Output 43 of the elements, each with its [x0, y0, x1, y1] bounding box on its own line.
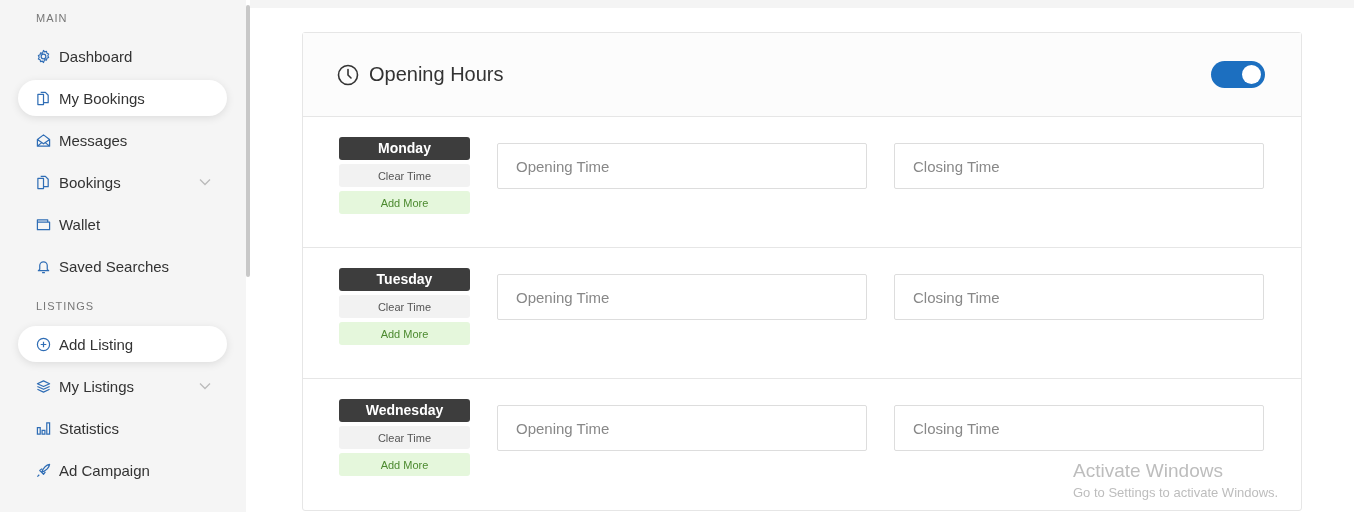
day-label: Wednesday: [339, 399, 470, 422]
closing-time-field[interactable]: Closing Time: [894, 274, 1264, 320]
wallet-icon: [36, 216, 51, 232]
documents-icon: [36, 90, 51, 106]
toggle-switch[interactable]: [1211, 61, 1265, 88]
add-more-button[interactable]: Add More: [339, 322, 470, 345]
scrollbar-thumb[interactable]: [246, 5, 250, 277]
bar-chart-icon: [36, 420, 51, 436]
gear-icon: [36, 48, 51, 64]
sidebar-item[interactable]: Wallet: [18, 206, 227, 242]
sidebar-item[interactable]: Dashboard: [18, 38, 227, 74]
add-more-button[interactable]: Add More: [339, 453, 470, 476]
section-heading: LISTINGS: [35, 299, 96, 314]
layers-icon: [36, 378, 51, 394]
plus-circle-icon: [36, 336, 51, 352]
sidebar-item[interactable]: Bookings: [18, 164, 227, 200]
card-title: Opening Hours: [369, 63, 505, 86]
envelope-icon: [36, 132, 51, 148]
activation-message: Go to Settings to activate Windows.: [1073, 485, 1279, 500]
opening-time-field[interactable]: Opening Time: [497, 143, 867, 189]
activation-title: Activate Windows: [1073, 460, 1224, 482]
sidebar-item[interactable]: Add Listing: [18, 326, 227, 362]
add-more-button[interactable]: Add More: [339, 191, 470, 214]
sidebar-item[interactable]: My Bookings: [18, 80, 227, 116]
clock-icon: [337, 63, 359, 86]
rocket-icon: [36, 462, 51, 478]
clear-time-button[interactable]: Clear Time: [339, 426, 470, 449]
opening-time-field[interactable]: Opening Time: [497, 405, 867, 451]
section-heading: MAIN: [35, 11, 69, 26]
closing-time-field[interactable]: Closing Time: [894, 143, 1264, 189]
sidebar-item[interactable]: My Listings: [18, 368, 227, 404]
day-label: Tuesday: [339, 268, 470, 291]
closing-time-field[interactable]: Closing Time: [894, 405, 1264, 451]
bell-icon: [36, 258, 51, 274]
day-label: Monday: [339, 137, 470, 160]
documents-icon: [36, 174, 51, 190]
clear-time-button[interactable]: Clear Time: [339, 164, 470, 187]
sidebar-item[interactable]: Ad Campaign: [18, 452, 227, 488]
sidebar-item[interactable]: Messages: [18, 122, 227, 158]
opening-time-field[interactable]: Opening Time: [497, 274, 867, 320]
sidebar-item[interactable]: Saved Searches: [18, 248, 227, 284]
sidebar-item[interactable]: Statistics: [18, 410, 227, 446]
clear-time-button[interactable]: Clear Time: [339, 295, 470, 318]
